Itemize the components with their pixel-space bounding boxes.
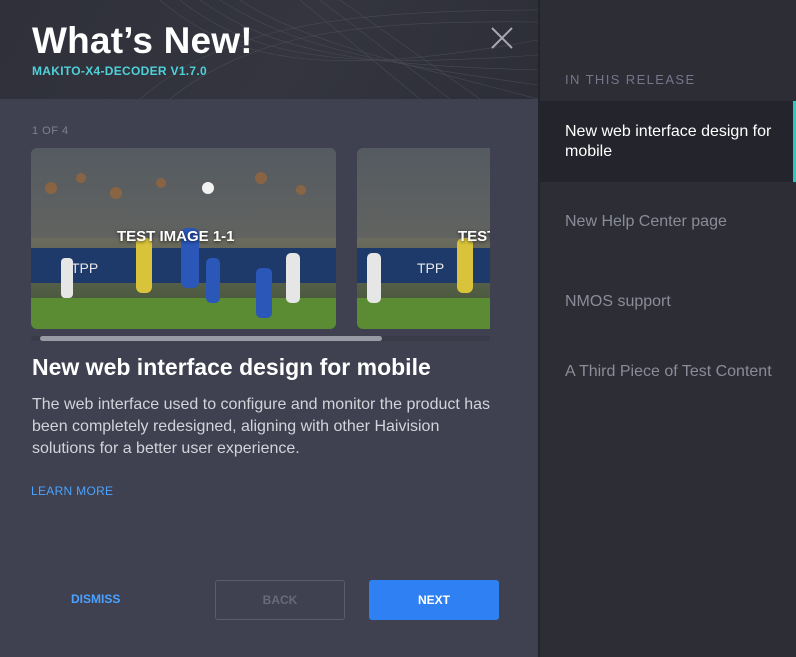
dialog-header: What’s New! MAKITO-X4-DECODER V1.7.0 xyxy=(0,0,538,99)
svg-text:TPP: TPP xyxy=(71,260,98,276)
carousel-scrollbar-thumb[interactable] xyxy=(40,336,382,341)
close-icon xyxy=(491,27,513,49)
slide-caption: TEST IMAGE 1-1 xyxy=(117,228,235,245)
carousel-slide[interactable]: TPP TEST IMAGE 1-1 xyxy=(31,148,336,329)
sidebar-item-label: New Help Center page xyxy=(565,213,727,230)
next-button[interactable]: NEXT xyxy=(369,580,499,620)
feature-description: The web interface used to configure and … xyxy=(32,396,491,457)
feature-title: New web interface design for mobile xyxy=(32,354,431,380)
whats-new-dialog: What’s New! MAKITO-X4-DECODER V1.7.0 1 O… xyxy=(0,0,538,657)
svg-text:TPP: TPP xyxy=(417,260,444,276)
release-sidebar: IN THIS RELEASE New web interface design… xyxy=(538,0,796,657)
product-version: MAKITO-X4-DECODER V1.7.0 xyxy=(32,64,208,78)
slide-counter: 1 OF 4 xyxy=(32,125,69,137)
sidebar-item-label: NMOS support xyxy=(565,293,671,310)
close-button[interactable] xyxy=(486,22,518,54)
image-carousel[interactable]: TPP TEST IMAGE 1-1 TPP TES xyxy=(31,148,490,330)
carousel-slide[interactable]: TPP TEST IMAGE 1-2 xyxy=(357,148,490,329)
back-button[interactable]: BACK xyxy=(215,580,345,620)
dialog-title: What’s New! xyxy=(32,20,253,61)
sidebar-item-test-content[interactable]: A Third Piece of Test Content xyxy=(540,362,796,382)
sidebar-item-web-interface[interactable]: New web interface design for mobile xyxy=(540,101,796,182)
sidebar-item-label: A Third Piece of Test Content xyxy=(565,363,772,380)
slide-caption: TEST IMAGE 1-2 xyxy=(458,228,490,245)
dismiss-button[interactable]: DISMISS xyxy=(71,592,120,606)
carousel-scrollbar[interactable] xyxy=(31,336,490,341)
sidebar-heading: IN THIS RELEASE xyxy=(565,72,696,87)
learn-more-link[interactable]: LEARN MORE xyxy=(31,484,113,498)
sidebar-item-help-center[interactable]: New Help Center page xyxy=(540,212,796,232)
sidebar-item-label: New web interface design for mobile xyxy=(565,123,772,160)
sidebar-item-nmos[interactable]: NMOS support xyxy=(540,292,796,312)
